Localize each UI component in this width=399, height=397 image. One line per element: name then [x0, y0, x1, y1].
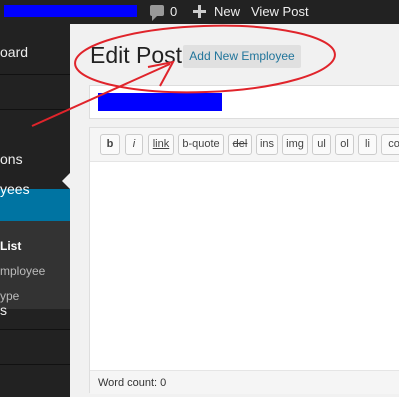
red-annotation-overlay [31, 24, 336, 127]
annotation-arrowhead [147, 60, 175, 87]
annotation-arrow-line [31, 63, 171, 127]
annotation-ellipse [74, 24, 336, 94]
